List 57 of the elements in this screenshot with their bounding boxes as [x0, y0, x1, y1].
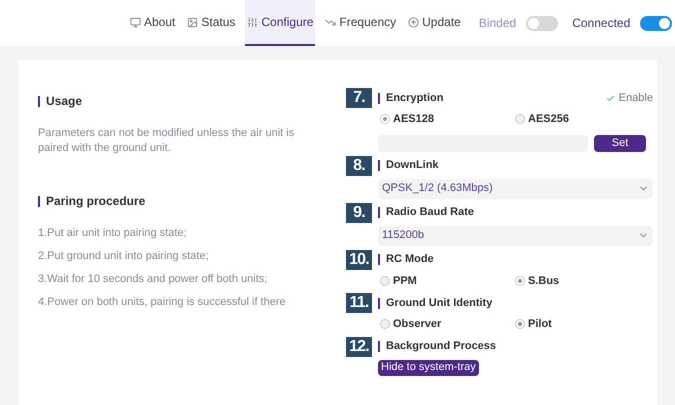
hide-button[interactable]: Hide to system-tray [378, 360, 479, 376]
step-badge: 12. [346, 336, 372, 356]
info-text: 4.Power on both units, pairing is successful if there [38, 295, 287, 310]
accent-bar [378, 298, 380, 308]
toggle-label: Connected [572, 15, 630, 32]
radio-option[interactable]: Pilot [515, 316, 650, 332]
radio-option[interactable]: AES128 [380, 111, 515, 128]
radio-option[interactable]: S.Bus [515, 272, 650, 289]
nav-tab[interactable]: Update [406, 0, 463, 46]
radio-button[interactable] [515, 319, 525, 330]
nav-tab[interactable]: About [128, 0, 178, 46]
step-badge: 8. [346, 156, 372, 176]
radio-button[interactable] [515, 276, 525, 286]
section-title: DownLink [386, 158, 439, 174]
radio-button[interactable] [380, 276, 390, 286]
monitor-icon [130, 16, 141, 28]
section-title: Encryption [386, 90, 444, 106]
info-text: 2.Put ground unit into pairing state; [38, 249, 210, 264]
dropdown[interactable]: QPSK_1/2 (4.63Mbps) [378, 178, 653, 198]
info-text: 3.Wait for 10 seconds and power off both units; [38, 272, 268, 287]
section-title: Ground Unit Identity [386, 296, 492, 311]
step-badge: 9. [346, 202, 372, 222]
radio-button[interactable] [380, 114, 390, 124]
nav-tab[interactable]: Status [185, 0, 238, 46]
accent-bar [38, 196, 40, 206]
accent-bar [378, 160, 380, 171]
dropdown[interactable]: 115200b [378, 226, 653, 246]
toggle-switch[interactable] [526, 16, 558, 30]
toggle-label: Binded [478, 15, 516, 32]
radio-option[interactable]: Observer [380, 316, 515, 332]
nav-tab[interactable]: Frequency [323, 0, 398, 46]
section-title: Paring procedure [46, 193, 146, 210]
step-badge: 10. [346, 250, 372, 270]
radio-button[interactable] [380, 319, 390, 330]
info-text: Parameters can not be modified unless the air unit is paired with the ground unit. [38, 126, 296, 156]
nav-tab[interactable]: Configure [245, 0, 316, 46]
accent-bar [378, 92, 380, 104]
accent-bar [378, 341, 380, 352]
set-button[interactable]: Set [594, 134, 646, 152]
section-title: Background Process [386, 339, 496, 354]
accent-bar [378, 254, 380, 265]
section-title: Radio Baud Rate [386, 205, 474, 220]
sliders-icon [247, 16, 258, 28]
picture-frame-icon [187, 16, 198, 28]
section-title: Usage [46, 93, 82, 110]
toggle-switch[interactable] [640, 16, 672, 30]
radio-button[interactable] [515, 114, 525, 124]
upload-icon [408, 16, 420, 28]
enable-checkbox[interactable]: Enable [606, 90, 653, 106]
accent-bar [38, 96, 40, 106]
step-badge: 7. [346, 88, 372, 108]
step-badge: 11. [346, 293, 372, 313]
accent-bar [378, 207, 380, 218]
radio-option[interactable]: AES256 [515, 111, 650, 128]
info-text: 1.Put air unit into pairing state; [38, 226, 188, 241]
radio-option[interactable]: PPM [380, 272, 515, 289]
section-title: RC Mode [386, 252, 434, 268]
